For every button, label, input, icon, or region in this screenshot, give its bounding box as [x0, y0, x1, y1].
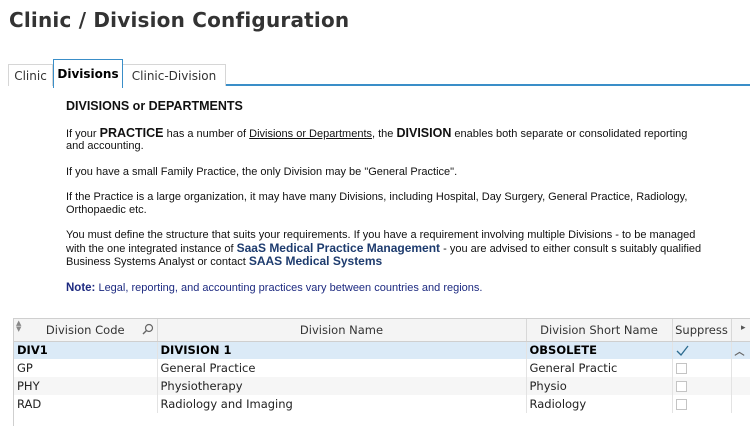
cell-division-short-name[interactable]: Radiology — [526, 395, 673, 413]
column-header-division-name[interactable]: Division Name — [157, 319, 527, 342]
cell-division-short-name[interactable]: Physio — [526, 377, 673, 395]
cell-suppress[interactable] — [672, 341, 732, 359]
cell-division-code[interactable]: GP — [14, 359, 158, 377]
divisions-grid: ▲ ▼ Division Code Division Name Division … — [13, 318, 750, 426]
column-header-division-code[interactable]: ▲ ▼ Division Code — [14, 319, 158, 342]
table-row[interactable]: RAD Radiology and Imaging Radiology — [14, 395, 750, 413]
cell-division-code[interactable]: DIV1 — [14, 341, 158, 359]
cell-suppress[interactable] — [672, 395, 732, 413]
cell-division-short-name[interactable]: General Practic — [526, 359, 673, 377]
info-paragraph-4: You must define the structure that suits… — [66, 229, 702, 268]
chevron-right-icon[interactable]: ▸ — [741, 323, 746, 333]
divisions-link[interactable]: Divisions or Departments — [249, 128, 372, 140]
scroll-cell — [731, 377, 750, 395]
brand-product: SaaS Medical Practice Management — [236, 240, 441, 255]
tab-clinic-division[interactable]: Clinic-Division — [123, 64, 226, 86]
info-paragraph-3: If the Practice is a large organization,… — [66, 191, 688, 216]
tab-divisions[interactable]: Divisions — [53, 59, 123, 88]
column-header-division-short-name[interactable]: Division Short Name — [526, 319, 673, 342]
cell-suppress[interactable] — [672, 359, 732, 377]
table-row[interactable]: DIV1 DIVISION 1 OBSOLETE ︿ — [14, 341, 750, 359]
cell-division-short-name[interactable]: OBSOLETE — [526, 341, 673, 359]
info-panel: DIVISIONS or DEPARTMENTS If your PRACTIC… — [66, 100, 706, 307]
table-row[interactable]: PHY Physiotherapy Physio — [14, 377, 750, 395]
cell-division-name[interactable]: Physiotherapy — [157, 377, 527, 395]
scroll-cell — [731, 395, 750, 413]
cell-division-code[interactable]: PHY — [14, 377, 158, 395]
suppress-checkbox[interactable] — [675, 363, 687, 374]
column-header-suppress[interactable]: Suppress — [672, 319, 732, 342]
column-scroll-right[interactable]: ▸ — [731, 319, 750, 342]
cell-division-name[interactable]: Radiology and Imaging — [157, 395, 527, 413]
search-icon[interactable] — [142, 323, 154, 335]
cell-division-code[interactable]: RAD — [14, 395, 158, 413]
tab-bar: Clinic Divisions Clinic-Division — [8, 59, 750, 88]
cell-suppress[interactable] — [672, 377, 732, 395]
sort-handle-icon[interactable]: ▲ ▼ — [16, 320, 21, 333]
info-paragraph-2: If you have a small Family Practice, the… — [66, 165, 458, 178]
chevron-up-icon[interactable]: ︿ — [735, 347, 745, 358]
scroll-cell — [731, 359, 750, 377]
info-note: Note: Legal, reporting, and accounting p… — [66, 281, 483, 294]
cell-division-name[interactable]: General Practice — [157, 359, 527, 377]
tab-clinic[interactable]: Clinic — [8, 64, 53, 86]
info-heading: DIVISIONS or DEPARTMENTS — [66, 99, 243, 113]
scroll-cell: ︿ — [731, 341, 750, 359]
suppress-checkbox[interactable] — [675, 399, 687, 410]
cell-division-name[interactable]: DIVISION 1 — [157, 341, 527, 359]
table-row[interactable]: GP General Practice General Practic — [14, 359, 750, 377]
info-paragraph-1: If your PRACTICE has a number of Divisio… — [66, 125, 688, 152]
checkmark-icon[interactable] — [676, 345, 689, 357]
brand-company: SAAS Medical Systems — [248, 254, 383, 268]
page-title: Clinic / Division Configuration — [9, 8, 350, 32]
suppress-checkbox[interactable] — [675, 381, 687, 392]
